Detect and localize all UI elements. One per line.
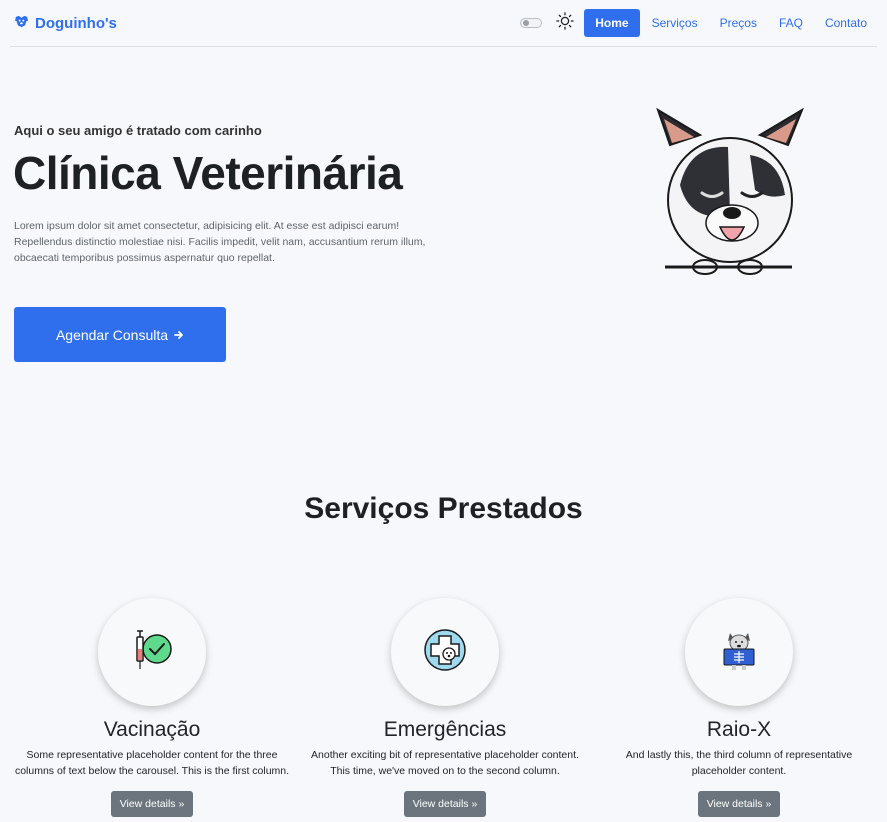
- nav-link-servicos[interactable]: Serviços: [642, 10, 708, 36]
- service-card-xray: Raio-X And lastly this, the third column…: [594, 598, 884, 817]
- service-text: Another exciting bit of representative p…: [311, 749, 579, 777]
- brand-name: Doguinho's: [35, 14, 117, 32]
- view-details-button[interactable]: View details »: [403, 791, 487, 817]
- dog-illustration: [656, 107, 805, 275]
- dog-icon: [14, 15, 29, 32]
- service-icon-circle: [98, 598, 206, 706]
- toggle-switch-icon[interactable]: [520, 18, 543, 28]
- xray-dog-icon: [716, 627, 762, 678]
- service-icon-circle: [685, 598, 793, 706]
- emergency-cross-icon: [422, 627, 468, 678]
- service-icon-circle: [391, 598, 499, 706]
- service-text: And lastly this, the third column of rep…: [625, 749, 853, 777]
- nav-link-precos[interactable]: Preços: [710, 10, 767, 36]
- hero-title: Clínica Veterinária: [13, 147, 403, 199]
- view-details-button[interactable]: View details »: [697, 791, 781, 817]
- service-text: Some representative placeholder content …: [14, 749, 290, 777]
- hero-subtitle: Aqui o seu amigo é tratado com carinho: [14, 123, 262, 138]
- service-card-vaccination: Vacinação Some representative placeholde…: [7, 598, 297, 817]
- vaccine-icon: [129, 627, 175, 678]
- navbar: Doguinho's Home Serviços Preços FAQ Cont…: [10, 0, 877, 47]
- hero-text: Lorem ipsum dolor sit amet consectetur, …: [14, 220, 426, 264]
- service-title: Vacinação: [103, 718, 201, 741]
- service-title: Raio-X: [706, 718, 772, 741]
- sun-icon[interactable]: [556, 11, 584, 35]
- brand-link[interactable]: Doguinho's: [10, 15, 117, 32]
- service-title: Emergências: [383, 718, 507, 741]
- nav-right: Home Serviços Preços FAQ Contato: [520, 9, 877, 37]
- services-title: Serviços Prestados: [304, 492, 583, 525]
- arrow-right-icon: [174, 327, 184, 343]
- nav-link-faq[interactable]: FAQ: [769, 10, 813, 36]
- schedule-appointment-button[interactable]: Agendar Consulta: [14, 307, 226, 362]
- nav-link-home[interactable]: Home: [584, 9, 640, 37]
- cta-label: Agendar Consulta: [55, 326, 169, 343]
- view-details-button[interactable]: View details »: [110, 791, 194, 817]
- service-card-emergency: Emergências Another exciting bit of repr…: [300, 598, 590, 817]
- nav-link-contato[interactable]: Contato: [815, 10, 877, 36]
